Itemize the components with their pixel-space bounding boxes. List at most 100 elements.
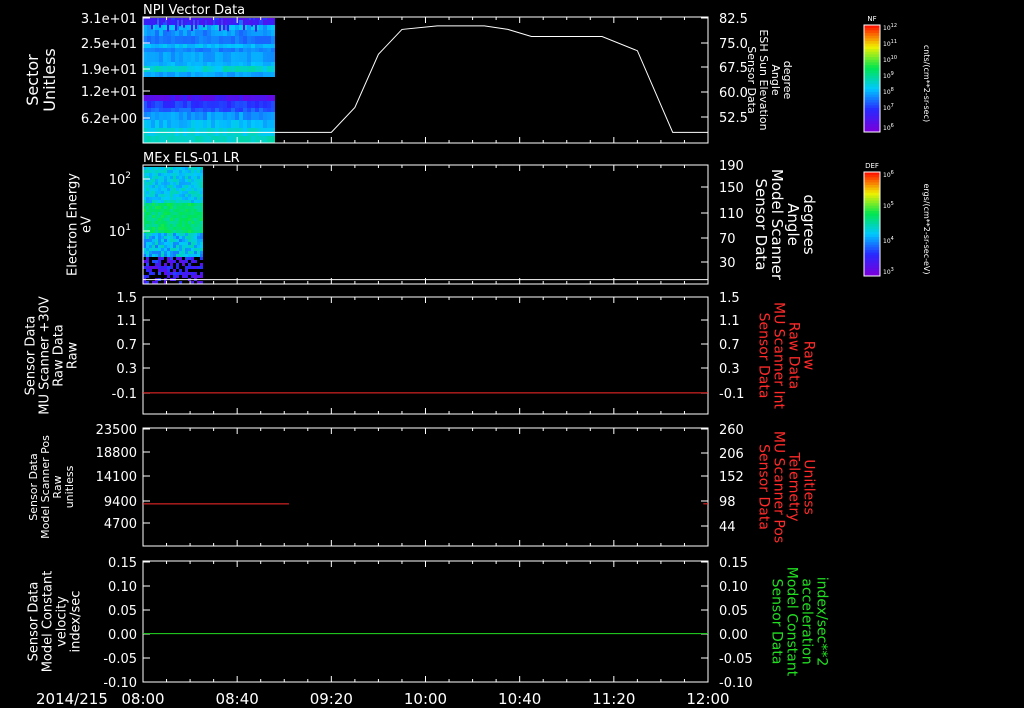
spectrogram-cell xyxy=(227,18,229,32)
spectrogram-cell xyxy=(243,30,247,36)
spectrogram-cell xyxy=(158,263,161,266)
spectrogram-cell xyxy=(247,44,251,48)
spectrogram-cell xyxy=(167,242,170,245)
spectrogram-cell xyxy=(195,44,199,48)
spectrogram-cell xyxy=(271,44,275,48)
spectrogram-cell xyxy=(149,188,152,191)
spectrogram-cell xyxy=(197,170,200,173)
spectrogram-cell xyxy=(161,236,164,239)
spectrogram-cell xyxy=(147,25,151,30)
spectrogram-cell xyxy=(227,95,231,101)
spectrogram-cell xyxy=(197,206,200,209)
spectrogram-cell xyxy=(263,30,267,36)
spectrogram-cell xyxy=(152,248,155,251)
spectrogram-cell xyxy=(159,30,163,36)
spectrogram-cell xyxy=(219,44,223,48)
spectrogram-cell xyxy=(203,72,207,77)
spectrogram-cell xyxy=(191,101,195,108)
spectrogram-cell xyxy=(179,236,182,239)
spectrogram-cell xyxy=(152,230,155,233)
spectrogram-cell xyxy=(173,251,176,254)
spectrogram-cell xyxy=(247,30,251,36)
spectrogram-cell xyxy=(147,52,151,62)
spectrogram-cell xyxy=(267,44,271,48)
spectrogram-cell xyxy=(167,248,170,251)
spectrogram-cell xyxy=(227,48,231,52)
spectrogram-cell xyxy=(179,182,182,185)
spectrogram-cell xyxy=(152,215,155,218)
spectrogram-cell xyxy=(161,254,164,257)
spectrogram-cell xyxy=(195,66,199,72)
spectrogram-cell xyxy=(185,257,188,260)
spectrogram-cell xyxy=(183,136,187,143)
y-tick-label-left: 0.15 xyxy=(108,556,137,571)
spectrogram-cell xyxy=(183,30,187,36)
spectrogram-cell xyxy=(176,257,179,260)
spectrogram-cell xyxy=(161,248,164,251)
spectrogram-cell xyxy=(167,44,171,48)
spectrogram-cell xyxy=(151,52,155,62)
spectrogram-cell xyxy=(149,182,152,185)
spectrogram-cell xyxy=(155,218,158,221)
spectrogram-cell xyxy=(155,62,159,66)
spectrogram-cell xyxy=(197,167,200,170)
spectrogram-cell xyxy=(194,230,197,233)
spectrogram-cell xyxy=(182,167,185,170)
spectrogram-cell xyxy=(167,269,170,272)
spectrogram-cell xyxy=(200,275,203,278)
spectrogram-cell xyxy=(155,248,158,251)
spectrogram-cell xyxy=(159,48,163,52)
spectrogram-cell xyxy=(161,245,164,248)
spectrogram-cell xyxy=(211,30,215,36)
x-tick-label: 12:00 xyxy=(686,690,729,708)
spectrogram-cell xyxy=(215,66,219,72)
spectrogram-cell xyxy=(171,66,175,72)
spectrogram-cell xyxy=(188,194,191,197)
y-tick-label-left: 3.1e+01 xyxy=(81,12,137,27)
spectrogram-cell xyxy=(152,176,155,179)
spectrogram-cell xyxy=(146,209,149,212)
spectrogram-cell xyxy=(267,20,271,25)
spectrogram-cell xyxy=(199,20,203,25)
spectrogram-cell xyxy=(167,173,170,176)
y-tick-label-right: 0.7 xyxy=(719,338,740,353)
spectrogram-cell xyxy=(155,212,158,215)
spectrogram-cell xyxy=(259,120,263,128)
spectrogram-cell xyxy=(200,230,203,233)
spectrogram-cell xyxy=(200,257,203,260)
spectrogram-cell xyxy=(152,242,155,245)
spectrogram-cell xyxy=(200,215,203,218)
spectrogram-cell xyxy=(194,275,197,278)
spectrogram-cell xyxy=(167,176,170,179)
spectrogram-cell xyxy=(164,188,167,191)
spectrogram-cell xyxy=(155,200,158,203)
y-tick-label-left: 0.7 xyxy=(116,338,137,353)
spectrogram-cell xyxy=(147,30,151,36)
spectrogram-cell xyxy=(161,230,164,233)
spectrogram-cell xyxy=(164,224,167,227)
spectrogram-cell xyxy=(188,257,191,260)
spectrogram-cell xyxy=(179,212,182,215)
spectrogram-cell xyxy=(163,101,167,108)
spectrogram-cell xyxy=(146,200,149,203)
spectrogram-cell xyxy=(173,206,176,209)
spectrogram-cell xyxy=(179,62,183,66)
spectrogram-cell xyxy=(176,206,179,209)
spectrogram-cell xyxy=(152,179,155,182)
y-tick-label-right: 60.0 xyxy=(719,86,748,101)
spectrogram-cell xyxy=(199,136,203,143)
spectrogram-cell xyxy=(187,95,191,101)
panel-1-title: NPI Vector Data xyxy=(143,3,245,18)
spectrogram-cell xyxy=(155,182,158,185)
spectrogram-cell xyxy=(151,62,155,66)
spectrogram-cell xyxy=(211,112,215,120)
spectrogram-cell xyxy=(158,179,161,182)
spectrogram-cell xyxy=(191,212,194,215)
spectrogram-cell xyxy=(191,66,195,72)
spectrogram-cell xyxy=(182,197,185,200)
spectrogram-cell xyxy=(170,245,173,248)
spectrogram-cell xyxy=(200,203,203,206)
spectrogram-cell xyxy=(155,242,158,245)
spectrogram-cell xyxy=(167,275,170,278)
spectrogram-cell xyxy=(146,170,149,173)
